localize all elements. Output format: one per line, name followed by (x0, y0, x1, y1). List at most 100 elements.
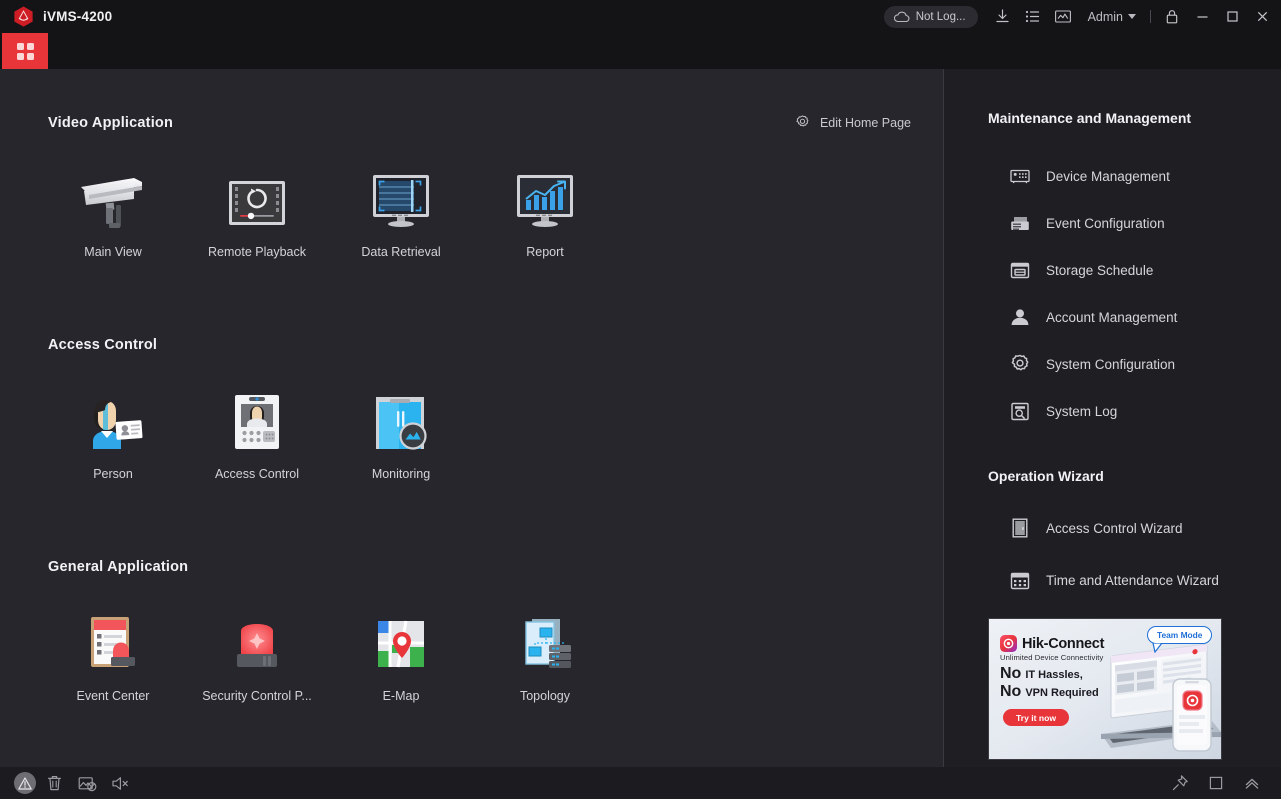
collapse-up-icon[interactable] (1237, 770, 1267, 796)
app-brand: iVMS-4200 (0, 6, 112, 27)
hik-connect-line-1: No IT Hassles, (1000, 665, 1083, 683)
app-tile-label: E-Map (382, 689, 420, 703)
app-tile-label: Remote Playback (208, 245, 306, 259)
trash-icon[interactable] (39, 770, 69, 796)
cloud-icon (893, 11, 910, 23)
app-tile-label: Person (93, 467, 133, 481)
panel-item-label: Time and Attendance Wizard (1046, 572, 1219, 588)
download-icon[interactable] (988, 0, 1018, 33)
gear-icon (1010, 354, 1030, 374)
event-config-icon (1010, 213, 1030, 233)
panel-item-storage-schedule[interactable]: Storage Schedule (1010, 255, 1177, 285)
hik-connect-badge-label: Team Mode (1157, 630, 1203, 640)
app-tile-label: Event Center (76, 689, 150, 703)
titlebar-controls: Not Log... Admin (883, 0, 1281, 33)
hik-connect-logo-icon (1000, 635, 1017, 652)
camera-icon (76, 167, 150, 229)
panel-item-device-management[interactable]: Device Management (1010, 161, 1177, 191)
panel-item-system-configuration[interactable]: System Configuration (1010, 349, 1177, 379)
calendar-icon (1010, 570, 1030, 590)
hikvision-logo-icon (14, 6, 33, 27)
main-content: Edit Home Page Video Application Main Vi… (0, 69, 943, 767)
panel-item-label: System Configuration (1046, 356, 1176, 372)
panel-item-time-attendance-wizard[interactable]: Time and Attendance Wizard (1010, 565, 1219, 595)
edit-home-page-button[interactable]: Edit Home Page (794, 114, 911, 131)
pin-icon[interactable] (1165, 770, 1195, 796)
report-chart-monitor-icon (514, 167, 576, 229)
app-tile-label: Report (526, 245, 564, 259)
lock-icon[interactable] (1157, 0, 1187, 33)
panel-title-operation-wizard: Operation Wizard (988, 468, 1104, 484)
app-tile-remote-playback[interactable]: Remote Playback (185, 167, 329, 259)
section-title-video-application: Video Application (48, 115, 174, 131)
hik-connect-brand: Hik-Connect (1000, 635, 1104, 652)
maximize-icon[interactable] (1217, 0, 1247, 33)
hik-connect-line1-rest: IT Hassles, (1025, 669, 1083, 681)
close-icon[interactable] (1247, 0, 1277, 33)
hik-connect-line2-rest: VPN Required (1025, 687, 1099, 699)
status-bar-left (0, 770, 135, 796)
app-tile-label: Main View (84, 245, 142, 259)
edit-home-page-label: Edit Home Page (819, 115, 911, 130)
app-tile-topology[interactable]: Topology (473, 611, 617, 703)
alarm-warning-icon[interactable] (14, 772, 36, 794)
door-monitoring-icon (371, 389, 431, 451)
apps-row-access-control: Person Access Control Monitoring (41, 389, 473, 481)
gear-icon (794, 114, 811, 131)
wizard-list: Access Control Wizard Time and Attendanc… (1010, 513, 1219, 595)
home-grid-icon (16, 42, 34, 60)
app-tile-monitoring[interactable]: Monitoring (329, 389, 473, 481)
app-tile-event-center[interactable]: Event Center (41, 611, 185, 703)
hik-connect-badge-tail (1152, 643, 1163, 653)
event-clipboard-icon (85, 611, 141, 673)
hik-connect-line1-strong: No (1000, 665, 1022, 682)
hik-connect-tagline: Unlimited Device Connectivity (1000, 653, 1104, 662)
hik-connect-cta-label: Try it now (1016, 712, 1057, 723)
user-account-icon (1010, 307, 1030, 327)
log-search-icon (1010, 401, 1030, 421)
device-status-icon[interactable] (1048, 0, 1078, 33)
data-retrieval-monitor-icon (370, 167, 432, 229)
panel-icon[interactable] (1201, 770, 1231, 796)
playback-monitor-icon (227, 167, 287, 229)
hik-connect-line2-strong: No (1000, 683, 1022, 700)
access-terminal-icon (232, 389, 282, 451)
apps-row-general-application: Event Center Security Control P... E-Map… (41, 611, 617, 703)
apps-row-video-application: Main View Remote Playback Data Retrieval… (41, 167, 617, 259)
app-tile-e-map[interactable]: E-Map (329, 611, 473, 703)
titlebar-divider (1150, 10, 1151, 23)
section-title-general-application: General Application (48, 559, 189, 575)
device-box-icon (1010, 166, 1030, 186)
panel-item-event-configuration[interactable]: Event Configuration (1010, 208, 1177, 238)
app-tile-security-control-panel[interactable]: Security Control P... (185, 611, 329, 703)
minimize-icon[interactable] (1187, 0, 1217, 33)
person-card-icon (80, 389, 146, 451)
app-tile-report[interactable]: Report (473, 167, 617, 259)
app-tile-data-retrieval[interactable]: Data Retrieval (329, 167, 473, 259)
mute-icon[interactable] (105, 770, 135, 796)
right-panel: Maintenance and Management Device Manage… (944, 69, 1281, 767)
app-tile-label: Topology (519, 689, 571, 703)
cloud-login-status[interactable]: Not Log... (883, 5, 978, 28)
panel-item-access-control-wizard[interactable]: Access Control Wizard (1010, 513, 1219, 543)
panel-item-label: Account Management (1046, 309, 1178, 325)
app-tile-main-view[interactable]: Main View (41, 167, 185, 259)
app-tile-label: Data Retrieval (361, 245, 441, 259)
ivms-application-window: iVMS-4200 Not Log... Admin Edit Home Pag… (0, 0, 1281, 799)
map-pin-icon (376, 611, 426, 673)
storage-schedule-icon (1010, 260, 1030, 280)
hik-connect-banner[interactable]: Hik-Connect Unlimited Device Connectivit… (988, 618, 1222, 760)
app-tile-label: Security Control P... (202, 689, 312, 703)
panel-item-account-management[interactable]: Account Management (1010, 302, 1177, 332)
cloud-status-label: Not Log... (915, 10, 966, 23)
panel-item-system-log[interactable]: System Log (1010, 396, 1177, 426)
task-list-icon[interactable] (1018, 0, 1048, 33)
user-menu[interactable]: Admin (1078, 10, 1144, 24)
app-tile-access-control[interactable]: Access Control (185, 389, 329, 481)
hik-connect-cta-button[interactable]: Try it now (1003, 709, 1070, 726)
tab-home[interactable] (2, 33, 48, 69)
app-tile-person[interactable]: Person (41, 389, 185, 481)
section-title-access-control: Access Control (48, 337, 158, 353)
panel-item-label: Access Control Wizard (1046, 520, 1183, 536)
picture-disabled-icon[interactable] (72, 770, 102, 796)
